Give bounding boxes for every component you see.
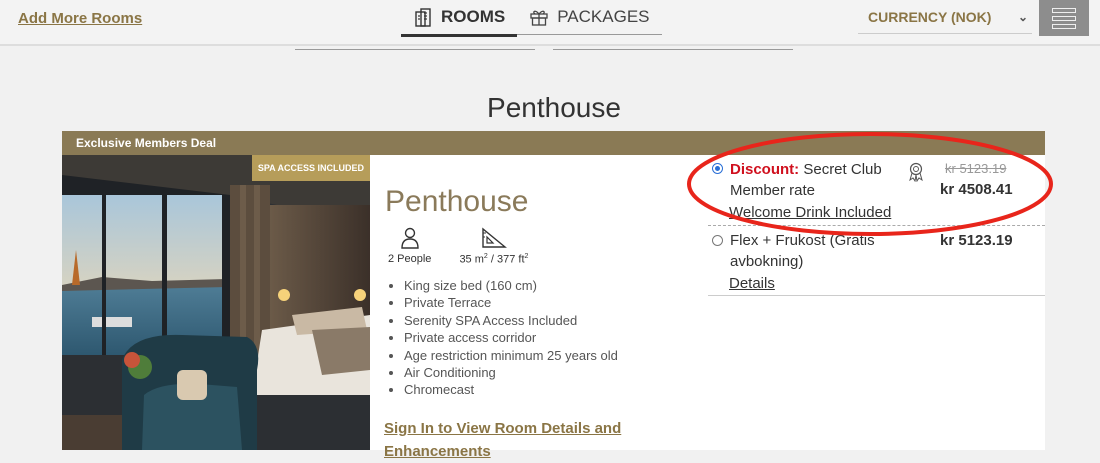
- rate-radio[interactable]: [712, 235, 723, 246]
- amenity-icons: 2 People 35 m2 / 377 ft2: [388, 227, 528, 266]
- room-features-list: King size bed (160 cm) Private Terrace S…: [388, 277, 618, 399]
- currency-label: CURRENCY (NOK): [868, 8, 992, 25]
- tab-underline-left: [295, 49, 535, 50]
- list-item: Chromecast: [404, 381, 618, 398]
- gift-icon: [530, 10, 548, 26]
- discount-label: Discount:: [730, 161, 800, 178]
- award-ribbon-icon: [909, 162, 923, 182]
- hamburger-menu-icon[interactable]: [1039, 0, 1089, 36]
- list-item: Private Terrace: [404, 294, 618, 311]
- list-item: Age restriction minimum 25 years old: [404, 347, 618, 364]
- room-size-info: 35 m2 / 377 ft2: [459, 227, 528, 266]
- list-item: Private access corridor: [404, 329, 618, 346]
- tab-packages[interactable]: PACKAGES: [517, 0, 662, 35]
- list-item: King size bed (160 cm): [404, 277, 618, 294]
- building-icon: [415, 8, 431, 27]
- tab-underline-right: [553, 49, 793, 50]
- rate-title: Flex + Frukost (Gratis avbokning): [730, 232, 875, 270]
- tab-rooms[interactable]: ROOMS: [401, 0, 518, 37]
- room-name: Penthouse: [385, 185, 529, 218]
- occupancy-info: 2 People: [388, 227, 431, 266]
- rate-name: Discount: Secret Club Member rate: [730, 159, 920, 201]
- list-item: Serenity SPA Access Included: [404, 312, 618, 329]
- page-title: Penthouse: [487, 92, 621, 123]
- tab-rooms-label: ROOMS: [441, 7, 506, 26]
- room-photo[interactable]: SPA ACCESS INCLUDED: [62, 155, 370, 450]
- room-package-tabs: ROOMS PACKAGES: [401, 0, 662, 37]
- person-icon: [401, 227, 419, 249]
- spa-access-badge: SPA ACCESS INCLUDED: [251, 155, 370, 181]
- sign-in-room-details-link[interactable]: Sign In to View Room Details and Enhance…: [384, 417, 644, 463]
- discounted-price: kr 4508.41: [940, 181, 1013, 198]
- welcome-drink-link[interactable]: Welcome Drink Included: [729, 204, 891, 221]
- original-price: kr 5123.19: [945, 161, 1007, 176]
- room-photo-image: [62, 155, 370, 450]
- add-more-rooms-link[interactable]: Add More Rooms: [18, 10, 142, 27]
- chevron-down-icon: ⌄: [1017, 9, 1028, 24]
- rate-divider: [708, 295, 1045, 296]
- occupancy-label: 2 People: [388, 253, 432, 265]
- rate-divider: [708, 225, 1045, 226]
- rate-radio-selected[interactable]: [712, 163, 723, 174]
- deal-banner: Exclusive Members Deal: [62, 131, 1045, 155]
- set-square-icon: [482, 227, 507, 248]
- currency-selector[interactable]: CURRENCY (NOK) ⌄: [858, 0, 1032, 34]
- price: kr 5123.19: [940, 232, 1013, 249]
- room-card: SPA ACCESS INCLUDED Penthouse 2 People 3…: [62, 155, 1045, 460]
- list-item: Air Conditioning: [404, 364, 618, 381]
- tab-packages-label: PACKAGES: [557, 7, 650, 26]
- room-size-label: 35 m2 / 377 ft2: [459, 253, 529, 266]
- top-bar: Add More Rooms ROOMS PACKAGES CURRENCY (…: [0, 0, 1100, 46]
- details-link[interactable]: Details: [729, 275, 775, 292]
